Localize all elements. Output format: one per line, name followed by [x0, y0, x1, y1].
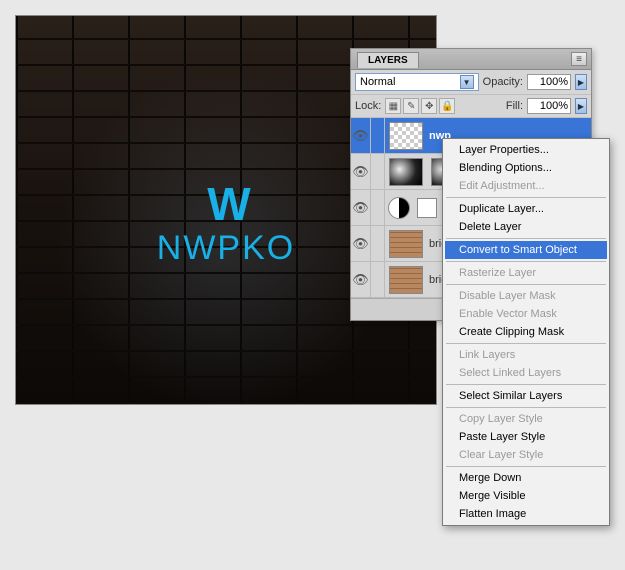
- opacity-label: Opacity:: [483, 76, 523, 88]
- context-menu-item: Select Linked Layers: [445, 364, 607, 382]
- visibility-toggle[interactable]: 👁: [351, 190, 371, 225]
- fill-input[interactable]: 100%: [527, 98, 571, 114]
- context-menu-item[interactable]: Create Clipping Mask: [445, 323, 607, 341]
- neon-artwork: W NWPKO: [157, 183, 295, 267]
- context-menu-item[interactable]: Merge Down: [445, 469, 607, 487]
- context-menu-item[interactable]: Delete Layer: [445, 218, 607, 236]
- visibility-toggle[interactable]: 👁: [351, 154, 371, 189]
- context-menu-item: Link Layers: [445, 346, 607, 364]
- lock-transparency-icon[interactable]: ▦: [385, 98, 401, 114]
- opacity-slider-caret-icon[interactable]: ▶: [575, 74, 587, 90]
- layer-thumbnail[interactable]: [389, 230, 423, 258]
- context-menu-item[interactable]: Layer Properties...: [445, 141, 607, 159]
- lock-position-icon[interactable]: ✥: [421, 98, 437, 114]
- context-menu-item: Enable Vector Mask: [445, 305, 607, 323]
- opacity-input[interactable]: 100%: [527, 74, 571, 90]
- fill-label: Fill:: [506, 100, 523, 112]
- blend-mode-value: Normal: [360, 76, 395, 88]
- link-col[interactable]: [371, 190, 385, 225]
- layer-mask-thumbnail[interactable]: [417, 198, 437, 218]
- lock-fill-row: Lock: ▦ ✎ ✥ 🔒 Fill: 100% ▶: [351, 95, 591, 118]
- context-menu-item[interactable]: Flatten Image: [445, 505, 607, 523]
- context-menu-separator: [446, 284, 606, 285]
- visibility-toggle[interactable]: 👁: [351, 226, 371, 261]
- eye-icon: 👁: [352, 164, 369, 180]
- lock-pixels-icon[interactable]: ✎: [403, 98, 419, 114]
- visibility-toggle[interactable]: 👁: [351, 262, 371, 297]
- layer-thumbnail[interactable]: [389, 266, 423, 294]
- lock-all-icon[interactable]: 🔒: [439, 98, 455, 114]
- panel-header: LAYERS: [351, 49, 591, 70]
- lock-icons-group: ▦ ✎ ✥ 🔒: [385, 98, 455, 114]
- link-col[interactable]: [371, 118, 385, 153]
- context-menu-item[interactable]: Duplicate Layer...: [445, 200, 607, 218]
- context-menu-item[interactable]: Convert to Smart Object: [445, 241, 607, 259]
- context-menu-item: Disable Layer Mask: [445, 287, 607, 305]
- eye-icon: 👁: [352, 272, 369, 288]
- lock-label: Lock:: [355, 100, 381, 112]
- neon-main-text: NWPKO: [157, 229, 295, 268]
- context-menu-separator: [446, 261, 606, 262]
- adjustment-layer-icon[interactable]: [388, 197, 410, 219]
- link-col[interactable]: [371, 154, 385, 189]
- context-menu-item[interactable]: Merge Visible: [445, 487, 607, 505]
- eye-icon: 👁: [352, 236, 369, 252]
- chevron-down-icon: ▼: [460, 75, 474, 89]
- eye-icon: 👁: [352, 128, 369, 144]
- context-menu-item: Clear Layer Style: [445, 446, 607, 464]
- context-menu-separator: [446, 343, 606, 344]
- context-menu-item: Rasterize Layer: [445, 264, 607, 282]
- link-col[interactable]: [371, 262, 385, 297]
- context-menu-separator: [446, 407, 606, 408]
- neon-logo-text: W: [157, 183, 295, 224]
- context-menu-item[interactable]: Paste Layer Style: [445, 428, 607, 446]
- blend-mode-select[interactable]: Normal ▼: [355, 73, 479, 91]
- context-menu-separator: [446, 466, 606, 467]
- link-col[interactable]: [371, 226, 385, 261]
- blend-opacity-row: Normal ▼ Opacity: 100% ▶: [351, 70, 591, 95]
- layer-thumbnail[interactable]: [389, 122, 423, 150]
- context-menu-item: Edit Adjustment...: [445, 177, 607, 195]
- visibility-toggle[interactable]: 👁: [351, 118, 371, 153]
- layer-context-menu: Layer Properties...Blending Options...Ed…: [442, 138, 610, 526]
- context-menu-item[interactable]: Blending Options...: [445, 159, 607, 177]
- context-menu-separator: [446, 197, 606, 198]
- context-menu-item: Copy Layer Style: [445, 410, 607, 428]
- fill-slider-caret-icon[interactable]: ▶: [575, 98, 587, 114]
- layer-thumbnail[interactable]: [389, 158, 423, 186]
- context-menu-separator: [446, 238, 606, 239]
- context-menu-separator: [446, 384, 606, 385]
- eye-icon: 👁: [352, 200, 369, 216]
- panel-menu-icon[interactable]: [571, 52, 587, 66]
- context-menu-item[interactable]: Select Similar Layers: [445, 387, 607, 405]
- panel-tab-layers[interactable]: LAYERS: [357, 52, 419, 68]
